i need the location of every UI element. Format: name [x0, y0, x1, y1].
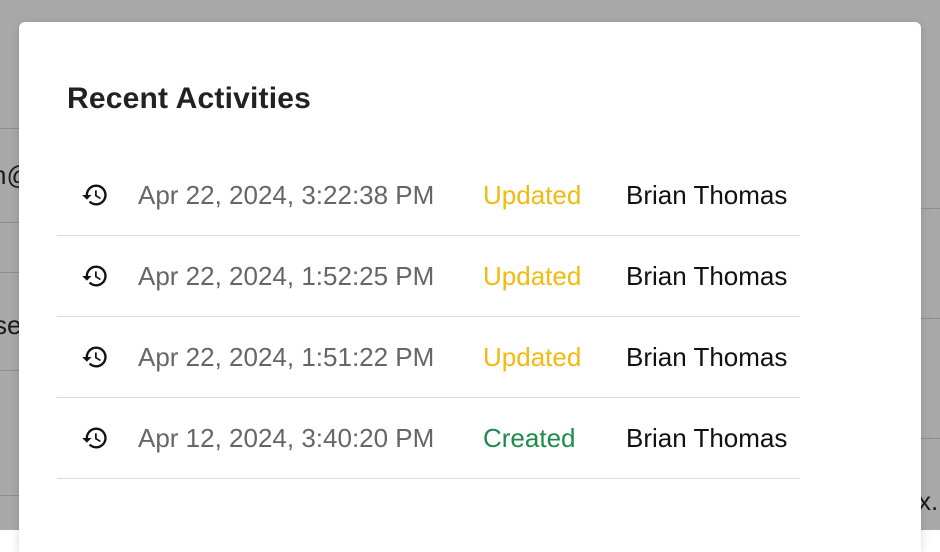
background-divider: [921, 438, 940, 439]
activity-row: Apr 22, 2024, 1:51:22 PM Updated Brian T…: [57, 317, 800, 398]
activity-action-badge: Updated: [483, 260, 582, 291]
history-icon: [82, 265, 107, 287]
background-divider: [921, 208, 940, 209]
background-divider: [0, 370, 19, 371]
activity-timestamp: Apr 22, 2024, 1:51:22 PM: [138, 341, 435, 372]
activity-timestamp: Apr 22, 2024, 3:22:38 PM: [138, 179, 435, 210]
activity-action-badge: Updated: [483, 179, 582, 210]
background-divider: [0, 128, 19, 129]
history-icon: [82, 427, 107, 449]
background-divider: [0, 272, 19, 273]
activity-action-badge: Updated: [483, 341, 582, 372]
activity-user: Brian Thomas: [626, 260, 788, 291]
activity-row: Apr 12, 2024, 3:40:20 PM Created Brian T…: [57, 398, 800, 479]
activity-row: Apr 22, 2024, 3:22:38 PM Updated Brian T…: [57, 155, 800, 236]
recent-activities-dialog: Recent Activities Apr 22, 2024, 3:22:38 …: [19, 22, 921, 552]
history-icon: [82, 184, 107, 206]
activity-timestamp: Apr 22, 2024, 1:52:25 PM: [138, 260, 435, 291]
activity-action-badge: Created: [483, 422, 576, 453]
activity-user: Brian Thomas: [626, 341, 788, 372]
activity-timestamp: Apr 12, 2024, 3:40:20 PM: [138, 422, 435, 453]
dialog-title: Recent Activities: [67, 82, 312, 115]
history-icon: [82, 346, 107, 368]
activity-list: Apr 22, 2024, 3:22:38 PM Updated Brian T…: [57, 155, 800, 479]
background-divider: [0, 495, 19, 496]
activity-user: Brian Thomas: [626, 179, 788, 210]
background-divider: [0, 222, 19, 223]
activity-row: Apr 22, 2024, 1:52:25 PM Updated Brian T…: [57, 236, 800, 317]
activity-user: Brian Thomas: [626, 422, 788, 453]
background-divider: [921, 318, 940, 319]
background-text: x.: [918, 486, 939, 516]
